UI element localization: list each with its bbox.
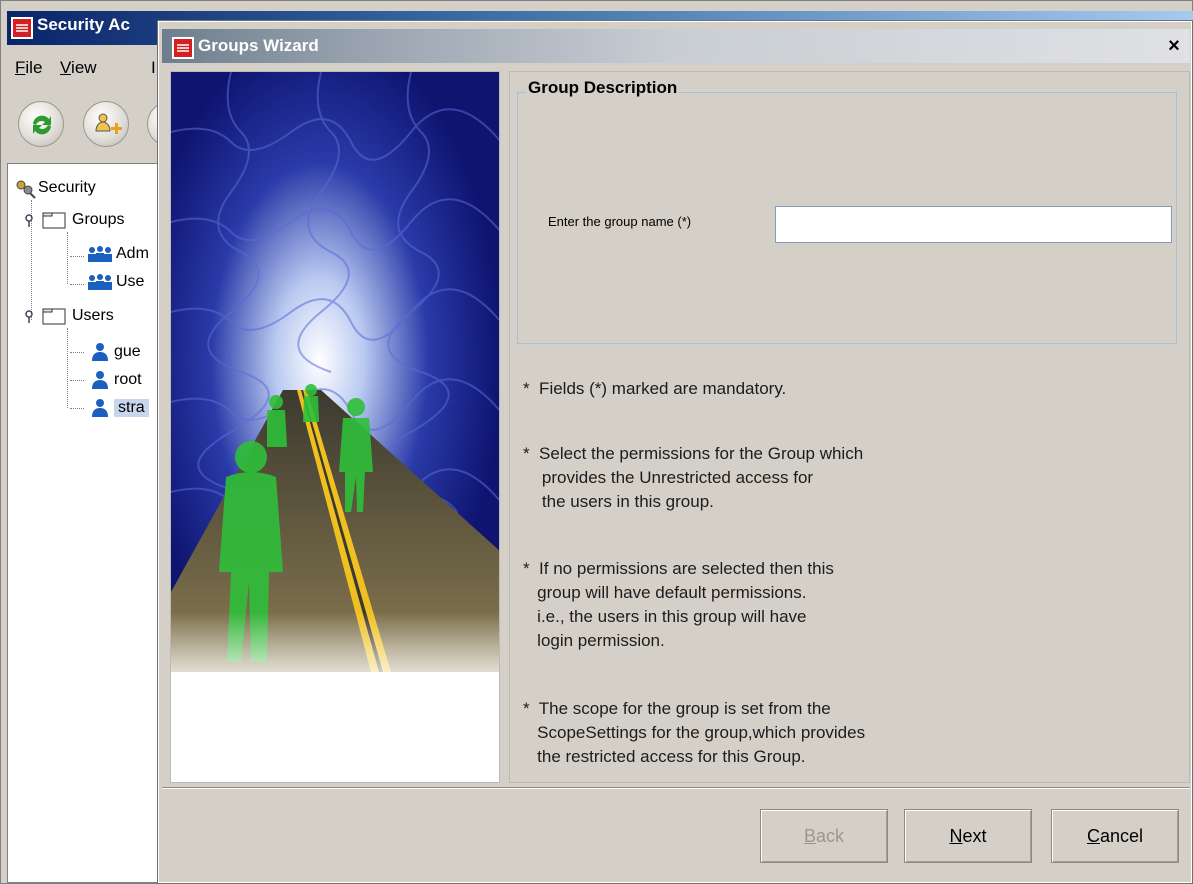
tree-user-item[interactable]: root: [90, 368, 142, 392]
folder-icon: [42, 308, 66, 325]
tree-connector: [70, 284, 84, 285]
menu-file[interactable]: File: [15, 58, 42, 78]
add-user-button[interactable]: [83, 101, 129, 147]
menu-file-mnemonic: F: [15, 58, 26, 77]
tree-node-groups[interactable]: Groups: [24, 208, 124, 232]
tree-user-label: root: [114, 371, 142, 388]
back-label: ack: [816, 825, 845, 846]
tree-user-label: stra: [114, 399, 149, 417]
wizard-illustration: [170, 71, 500, 783]
app-logo-icon: [11, 17, 33, 39]
back-button[interactable]: Back: [760, 809, 888, 863]
group-name-input[interactable]: [775, 206, 1172, 243]
tree-user-item[interactable]: gue: [90, 340, 141, 364]
tree-user-item-selected[interactable]: stra: [90, 396, 149, 420]
tree-connector: [67, 328, 68, 408]
menu-partial-label: I: [151, 58, 156, 77]
menu-view-label: iew: [71, 58, 97, 77]
user-icon: [92, 399, 108, 417]
dialog-title: Groups Wizard: [198, 36, 319, 55]
note-scope: * The scope for the group is set from th…: [523, 699, 866, 766]
tree-connector: [70, 256, 84, 257]
cancel-label: ancel: [1099, 825, 1144, 846]
add-user-icon: [95, 113, 122, 134]
tree-connector: [67, 232, 68, 284]
button-separator: [162, 787, 1190, 789]
menu-file-label: ile: [25, 58, 43, 77]
tree-users-label: Users: [72, 307, 114, 324]
menu-view-mnemonic: V: [60, 58, 72, 77]
app-logo-icon: [172, 37, 194, 59]
user-icon: [92, 343, 108, 361]
tree-group-label: Adm: [116, 245, 149, 262]
security-keys-icon: [16, 180, 36, 199]
back-mnemonic: B: [803, 825, 816, 846]
group-name-label: Enter the group name (*): [548, 214, 692, 229]
user-icon: [92, 371, 108, 389]
groups-wizard-dialog: Groups Wizard × Group Description Enter …: [157, 20, 1193, 884]
tree-connector: [70, 352, 84, 353]
next-label: ext: [962, 825, 987, 846]
group-description-legend: Group Description: [526, 78, 680, 98]
group-icon: [88, 274, 112, 290]
tree-connector: [70, 408, 84, 409]
close-icon: ×: [1168, 34, 1180, 57]
tree-node-users[interactable]: Users: [24, 304, 114, 328]
note-default-permissions: * If no permissions are selected then th…: [523, 559, 834, 650]
refresh-button[interactable]: [18, 101, 64, 147]
menu-view[interactable]: View: [60, 58, 97, 78]
next-button[interactable]: Next: [904, 809, 1032, 863]
expand-handle-icon[interactable]: [24, 213, 38, 227]
expand-handle-icon[interactable]: [24, 309, 38, 323]
security-admin-title: Security Ac: [37, 15, 130, 34]
tree-root-security[interactable]: Security: [14, 176, 96, 200]
tree-root-label: Security: [38, 179, 96, 196]
wizard-content-panel: Group Description Enter the group name (…: [509, 71, 1190, 783]
puzzle-road-illustration: [171, 72, 499, 782]
tree-connector: [70, 380, 84, 381]
menu-partial[interactable]: I: [151, 58, 156, 78]
dialog-titlebar[interactable]: Groups Wizard ×: [162, 29, 1190, 63]
refresh-icon: [33, 115, 51, 135]
tree-group-item[interactable]: Use: [86, 270, 144, 294]
cancel-button[interactable]: Cancel: [1051, 809, 1179, 863]
cancel-mnemonic: C: [1086, 825, 1100, 846]
tree-user-label: gue: [114, 343, 141, 360]
security-tree[interactable]: Security Groups Adm Use Users gue root s…: [7, 163, 163, 883]
close-button[interactable]: ×: [1162, 35, 1186, 57]
tree-group-label: Use: [116, 273, 145, 290]
note-mandatory: * Fields (*) marked are mandatory.: [523, 379, 787, 398]
note-permissions: * Select the permissions for the Group w…: [523, 444, 864, 511]
next-mnemonic: N: [949, 825, 963, 846]
folder-icon: [42, 212, 66, 229]
tree-groups-label: Groups: [72, 211, 125, 228]
tree-group-item[interactable]: Adm: [86, 242, 149, 266]
group-icon: [88, 246, 112, 262]
